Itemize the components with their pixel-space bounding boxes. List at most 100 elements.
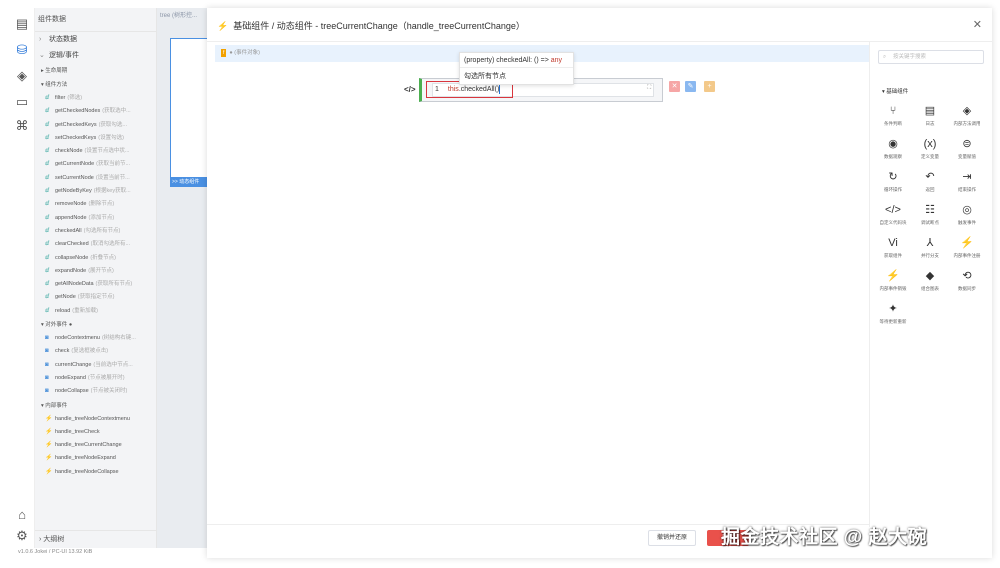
internal-event-item[interactable]: ⚡ handle_treeNodeCollapse: [35, 466, 156, 479]
method-item[interactable]: ⅆ getAllNodeData (获取所有节点): [35, 278, 156, 291]
component-variable[interactable]: (x) 定义变量: [915, 137, 945, 167]
component-watch[interactable]: ◉ 数据观察: [878, 137, 908, 167]
component-trigger[interactable]: ◎ 触发事件: [952, 203, 982, 233]
component-loop[interactable]: ↻ 循环操作: [878, 170, 908, 200]
tooltip-description: 勾选所有节点: [464, 73, 506, 80]
internal-event-item[interactable]: ⚡ handle_treeCurrentChange: [35, 439, 156, 452]
delete-icon[interactable]: ✕: [669, 81, 680, 92]
section-state[interactable]: › 状态数据: [35, 32, 156, 48]
external-event-item[interactable]: ◙ currentChange (当前选中节点...: [35, 359, 156, 372]
autocomplete-tooltip: (property) checkedAll: () => any 勾选所有节点: [459, 52, 574, 85]
component-search-input[interactable]: ⌕ 按关键字搜索: [878, 50, 984, 64]
component-parallel[interactable]: ⅄ 并行分支: [915, 236, 945, 266]
method-item[interactable]: ⅆ removeNode (删除节点): [35, 198, 156, 211]
method-item[interactable]: ⅆ collapseNode (折叠节点): [35, 252, 156, 265]
log-icon: ▤: [924, 105, 936, 117]
icon-rail: ▤ ⛁ ◈ ▭ ⌘ ⌂ ⚙: [9, 8, 35, 548]
group-methods[interactable]: ▾ 组件方法: [35, 78, 156, 92]
method-item[interactable]: ⅆ getCurrentNode (获取当前节...: [35, 158, 156, 171]
component-cube[interactable]: ◆ 组合图表: [915, 269, 945, 299]
method-icon: ◈: [962, 105, 972, 117]
dialog-title: ⚡ 基础组件 / 动态组件 - treeCurrentChange（handle_…: [217, 21, 525, 31]
internal-events-list: ⚡ handle_treeNodeContextmenu ⚡ handle_treeC…: [35, 413, 156, 479]
methods-list: ⅆ filter (筛选) ⅆ getCheckedNodes (获取选中... ⅆ getC…: [35, 92, 156, 318]
method-item[interactable]: ⅆ setCheckedKeys (设置勾选): [35, 132, 156, 145]
event-icon: ◙: [45, 374, 49, 381]
method-item[interactable]: ⅆ appendNode (添加节点): [35, 212, 156, 225]
component-branch[interactable]: ⑂ 条件判断: [878, 104, 908, 134]
exit-icon: ⇥: [962, 171, 972, 183]
add-icon[interactable]: +: [704, 81, 715, 92]
method-item[interactable]: ⅆ getCheckedNodes (获取选中...: [35, 105, 156, 118]
method-icon: ⅆ: [45, 227, 50, 234]
event-destroy-icon: ⚡: [886, 270, 900, 282]
method-item[interactable]: ⅆ getCheckedKeys (获取勾选...: [35, 119, 156, 132]
group-external-events[interactable]: ▾ 对外事件 ●: [35, 318, 156, 332]
home-icon[interactable]: ⌂: [14, 506, 30, 522]
method-item[interactable]: ⅆ clearChecked (取消勾选所有...: [35, 238, 156, 251]
method-icon: ⅆ: [45, 148, 50, 155]
method-item[interactable]: ⅆ checkedAll (勾选所有节点): [35, 225, 156, 238]
variable-icon: (x): [923, 138, 937, 150]
component-sync[interactable]: ⟲ 数据同步: [952, 269, 982, 299]
component-return[interactable]: ↶ 返回: [915, 170, 945, 200]
layers-icon[interactable]: ⛁: [14, 42, 30, 58]
method-icon: ⅆ: [45, 254, 50, 261]
external-event-item[interactable]: ◙ nodeExpand (节点被展开时): [35, 372, 156, 385]
group-internal-events[interactable]: ▾ 内部事件: [35, 399, 156, 413]
method-icon: ⅆ: [45, 95, 50, 101]
method-item[interactable]: ⅆ filter (筛选): [35, 92, 156, 105]
canvas-frame[interactable]: [170, 38, 208, 178]
tooltip-signature: (property) checkedAll: () => any: [460, 53, 573, 68]
method-item[interactable]: ⅆ getNodeByKey (根据key获取...: [35, 185, 156, 198]
component-refresh[interactable]: ✦ 等待更新重新: [878, 302, 908, 332]
component-exit[interactable]: ⇥ 结束操作: [952, 170, 982, 200]
external-event-item[interactable]: ◙ check (复选框被点击): [35, 345, 156, 358]
close-icon[interactable]: ✕: [973, 18, 982, 31]
branch-icon: ⑂: [889, 105, 897, 117]
stack-icon[interactable]: ◈: [14, 68, 30, 84]
component-log[interactable]: ▤ 日志: [915, 104, 945, 134]
refresh-icon: ✦: [888, 303, 898, 315]
external-event-item[interactable]: ◙ nodeCollapse (节点被关闭时): [35, 385, 156, 398]
method-item[interactable]: ⅆ reload (重新加载): [35, 305, 156, 318]
settings-icon[interactable]: ⚙: [14, 528, 30, 544]
event-icon: ◙: [45, 335, 49, 342]
method-icon: ⅆ: [45, 214, 50, 221]
internal-event-item[interactable]: ⚡ handle_treeNodeContextmenu: [35, 413, 156, 426]
component-event-destroy[interactable]: ⚡ 内部事件销毁: [878, 269, 908, 299]
external-events-list: ◙ nodeContextmenu (树结构右键... ◙ check (复选框被点击) ◙…: [35, 332, 156, 398]
component-code[interactable]: </> 自定义代码块: [878, 203, 908, 233]
method-item[interactable]: ⅆ expandNode (展开节点): [35, 265, 156, 278]
selected-component-label[interactable]: >> 动态组件: [170, 178, 208, 187]
component-event-register[interactable]: ⚡ 内部事件注册: [952, 236, 982, 266]
component-assign[interactable]: ⊜ 变量赋值: [952, 137, 982, 167]
canvas-tab[interactable]: tree (树形控...: [160, 10, 197, 19]
code-block-icon: </>: [404, 85, 416, 94]
method-item[interactable]: ⅆ setCurrentNode (设置当前节...: [35, 172, 156, 185]
group-lifecycle[interactable]: ▸ 生命周期: [35, 64, 156, 78]
database-icon[interactable]: ▤: [14, 16, 30, 32]
method-icon: ⅆ: [45, 307, 50, 314]
cancel-button[interactable]: 撤销并还原: [648, 530, 696, 546]
edit-icon[interactable]: ✎: [685, 81, 696, 92]
section-outline[interactable]: › 大纲树: [35, 530, 156, 548]
group-title[interactable]: ▾ 基础组件: [882, 87, 908, 95]
internal-event-item[interactable]: ⚡ handle_treeNodeExpand: [35, 452, 156, 465]
api-icon[interactable]: ▭: [14, 94, 30, 110]
component-component[interactable]: Vi 获取组件: [878, 236, 908, 266]
cube-icon: ◆: [925, 270, 935, 282]
method-icon: ⅆ: [45, 108, 50, 115]
component-method[interactable]: ◈ 内部方法调用: [952, 104, 982, 134]
command-icon[interactable]: ⌘: [14, 118, 30, 134]
internal-event-item[interactable]: ⚡ handle_treeCheck: [35, 426, 156, 439]
external-event-item[interactable]: ◙ nodeContextmenu (树结构右键...: [35, 332, 156, 345]
method-item[interactable]: ⅆ checkNode (设置节点选中状...: [35, 145, 156, 158]
method-item[interactable]: ⅆ getNode (获取指定节点): [35, 291, 156, 304]
component-debug[interactable]: ☷ 调试断点: [915, 203, 945, 233]
section-logic[interactable]: ⌄ 逻辑/事件: [35, 48, 156, 64]
loop-icon: ↻: [888, 171, 898, 183]
bolt-icon: ⚡: [45, 415, 53, 422]
watch-icon: ◉: [888, 138, 898, 150]
expand-icon[interactable]: ⛶: [647, 85, 651, 92]
